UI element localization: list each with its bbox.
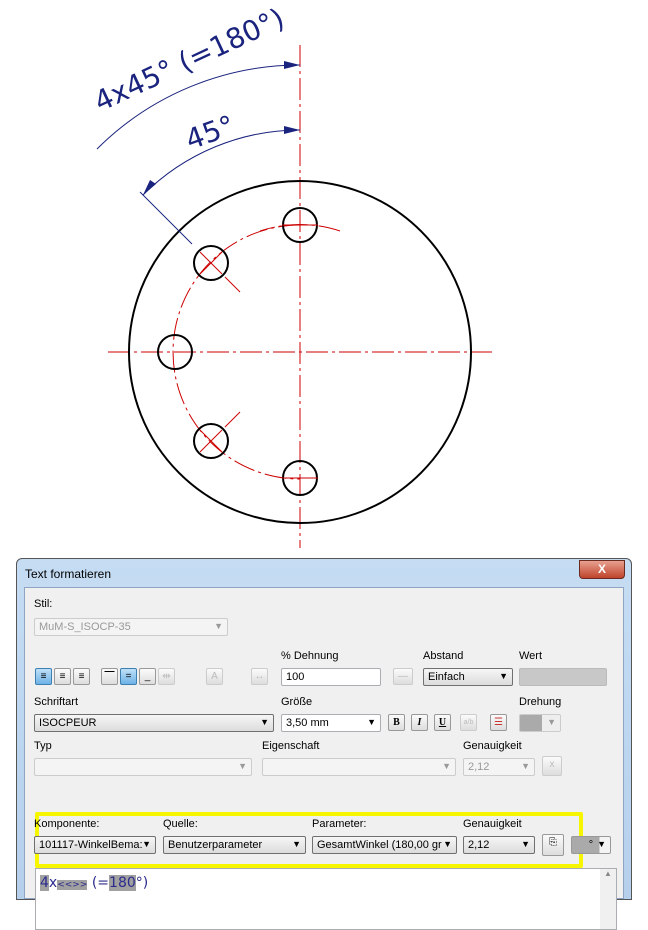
scroll-up-icon[interactable]: ▲ (604, 869, 612, 878)
chevron-down-icon: ▼ (260, 717, 269, 727)
chevron-down-icon: ▼ (442, 761, 451, 771)
align-center-button[interactable]: ≡ (54, 668, 71, 685)
schriftart-select[interactable]: ISOCPEUR ▼ (34, 714, 274, 732)
chevron-down-icon: ▼ (521, 761, 530, 771)
italic-button[interactable]: I (411, 714, 428, 731)
typ-label: Typ (34, 740, 52, 752)
insert-property-button[interactable]: x (542, 756, 562, 776)
stil-select[interactable]: MuM-S_ISOCP-35 ▼ (34, 618, 228, 636)
parameter-value: GesamtWinkel (180,00 gr (317, 839, 442, 851)
genauigkeit2-label: Genauigkeit (463, 818, 522, 830)
quelle-label: Quelle: (163, 818, 198, 830)
insert-parameter-button[interactable]: ⎘ (542, 834, 564, 856)
underline-button[interactable]: U (434, 714, 451, 731)
parameter-select[interactable]: GesamtWinkel (180,00 gr ▼ (312, 836, 457, 854)
editor-text: 4 (40, 875, 49, 891)
drawing-canvas: 4x45° (=180°) 45° (89, 2, 492, 548)
fit-text-icon[interactable]: ↔ (251, 668, 268, 685)
komponente-value: 101117-WinkelBema: (39, 839, 143, 851)
valign-bottom-button[interactable]: _ (139, 668, 156, 685)
komponente-select[interactable]: 101117-WinkelBema: ▼ (34, 836, 156, 854)
text-format-dialog: Text formatieren X Stil: MuM-S_ISOCP-35 ▼… (16, 558, 632, 930)
genauigkeit2-select[interactable]: 2,12 ▼ (463, 836, 535, 854)
spacing-icon[interactable]: ⇹ (158, 668, 175, 685)
groesse-value: 3,50 mm (286, 717, 329, 729)
drehung-label: Drehung (519, 696, 562, 708)
genauigkeit-value: 2,12 (468, 761, 490, 773)
chevron-down-icon: ▼ (238, 761, 247, 771)
chevron-down-icon: ▼ (292, 839, 301, 849)
chevron-down-icon: ▼ (597, 839, 606, 849)
valign-top-button[interactable]: ⎺ (101, 668, 118, 685)
parameter-label: Parameter: (312, 818, 367, 830)
groesse-select[interactable]: 3,50 mm ▼ (281, 714, 381, 732)
chevron-down-icon: ▼ (142, 839, 151, 849)
chevron-down-icon: ▼ (443, 839, 452, 849)
stack-button[interactable]: a/b (460, 714, 477, 731)
chevron-down-icon: ▼ (214, 621, 223, 631)
line-spacing-icon[interactable]: — (393, 668, 413, 685)
abstand-select[interactable]: Einfach ▼ (423, 668, 513, 686)
wert-input[interactable] (519, 668, 607, 686)
dehnung-input[interactable]: 100 (281, 668, 381, 686)
eigenschaft-select[interactable]: ▼ (262, 758, 456, 776)
editor-text: x (48, 875, 58, 891)
align-left-button[interactable]: ≡ (35, 668, 52, 685)
chevron-down-icon: ▼ (521, 839, 530, 849)
abstand-value: Einfach (428, 671, 465, 683)
komponente-label: Komponente: (34, 818, 100, 830)
wert-label: Wert (519, 650, 543, 662)
drehung-select[interactable]: ▼ (519, 714, 561, 732)
editor-parameter-field: <<>> (57, 880, 88, 890)
symbol-value: ° (588, 839, 594, 851)
valign-middle-button[interactable]: = (120, 668, 137, 685)
textbox-icon[interactable]: A (206, 668, 223, 685)
stil-label: Stil: (34, 598, 53, 610)
editor-parameter-field: 180 (109, 875, 136, 891)
editor-text: (= (87, 875, 110, 891)
stil-value: MuM-S_ISOCP-35 (39, 621, 131, 633)
genauigkeit-select[interactable]: 2,12 ▼ (463, 758, 535, 776)
dimension-text-inner: 45° (181, 109, 239, 157)
typ-select[interactable]: ▼ (34, 758, 252, 776)
genauigkeit2-value: 2,12 (468, 839, 490, 851)
quelle-value: Benutzerparameter (168, 839, 263, 851)
quelle-select[interactable]: Benutzerparameter ▼ (163, 836, 306, 854)
dialog-title: Text formatieren (25, 567, 112, 581)
eigenschaft-label: Eigenschaft (262, 740, 320, 752)
schriftart-value: ISOCPEUR (39, 717, 97, 729)
layers-icon[interactable]: ☰ (490, 714, 507, 731)
vertical-scrollbar[interactable]: ▲ (600, 869, 616, 929)
schriftart-label: Schriftart (34, 696, 79, 708)
symbol-select[interactable]: ° ▼ (571, 836, 611, 854)
abstand-label: Abstand (423, 650, 464, 662)
dehnung-label: % Dehnung (281, 650, 339, 662)
close-button[interactable]: X (579, 560, 625, 579)
genauigkeit-label: Genauigkeit (463, 740, 522, 752)
editor-text: °) (135, 875, 149, 891)
text-editor[interactable]: 4x<<>> (=180°) ▲ (35, 868, 617, 930)
dimension-text-outer: 4x45° (=180°) (89, 2, 289, 119)
bold-button[interactable]: B (388, 714, 405, 731)
chevron-down-icon: ▼ (499, 671, 508, 681)
chevron-down-icon: ▼ (547, 717, 556, 727)
chevron-down-icon: ▼ (367, 717, 376, 727)
align-right-button[interactable]: ≡ (73, 668, 90, 685)
groesse-label: Größe (281, 696, 313, 708)
